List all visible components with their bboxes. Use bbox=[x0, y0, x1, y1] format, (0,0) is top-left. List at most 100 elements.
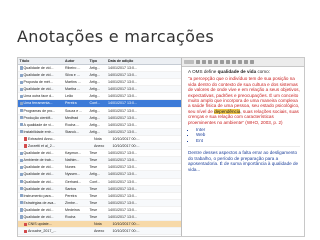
cell-date: 10/10/2017 00:... bbox=[112, 144, 140, 149]
document-icon bbox=[19, 187, 23, 191]
table-row[interactable]: Programas de pro... Souza e ... Artig... 14… bbox=[18, 108, 181, 115]
cell-date: 14/01/2017 13:0... bbox=[108, 179, 137, 184]
table-row[interactable]: Uma ferramenta... Pereira Conf... 14/01/201… bbox=[18, 100, 181, 108]
table-row[interactable]: Qualidade de vid... Silva e ... Artig... 14… bbox=[18, 72, 181, 80]
table-row[interactable]: Qualidade de vid... Kaymun... Tese 14/01/20… bbox=[18, 150, 181, 158]
cell-date: 14/01/2017 13:0... bbox=[108, 101, 137, 106]
document-icon bbox=[19, 116, 23, 120]
cell-type: Tese bbox=[89, 186, 98, 191]
quoted-definition: "a percepção que o indivíduo tem de sua … bbox=[188, 76, 300, 125]
link-icon[interactable] bbox=[249, 59, 254, 65]
cell-type: Anexo bbox=[94, 144, 105, 149]
attachment-row[interactable]: Zorzetti et al_2... Anexo 10/10/2017 00:..… bbox=[18, 143, 181, 151]
table-row[interactable]: Uma outra face d... Leão Artig... 14/01/201… bbox=[18, 93, 181, 101]
references-table: Qualidade de vid... Ribeiro ... Artig... 14… bbox=[18, 65, 181, 236]
cell-date: 14/01/2017 13:0... bbox=[108, 200, 137, 205]
slide-title: Anotações e marcações bbox=[17, 27, 215, 46]
table-row[interactable]: Qualidade de vid... Gerhard... Conf... 14/0… bbox=[18, 179, 181, 186]
cell-date: 14/01/2017 13:0... bbox=[108, 151, 137, 156]
table-row[interactable]: Qualidade de vid... Martha ... Artig... 14/… bbox=[18, 86, 181, 94]
column-header-title[interactable]: Título bbox=[18, 58, 64, 64]
note-paragraph: Dentre desses aspectos a falta errar ao … bbox=[188, 150, 299, 172]
text-color-icon[interactable] bbox=[213, 59, 218, 65]
cell-author: Nathim... bbox=[65, 158, 80, 163]
cell-type: Artig... bbox=[89, 172, 100, 177]
table-row[interactable]: Qualidade de vid... Medeiros Tese 14/01/201… bbox=[18, 207, 181, 214]
cell-date: 14/01/2017 13:0... bbox=[108, 122, 137, 127]
cell-type: Artig... bbox=[89, 129, 100, 134]
underline-icon[interactable] bbox=[207, 59, 212, 65]
column-header-type[interactable]: Tipo bbox=[88, 58, 107, 64]
cell-type: Tese bbox=[89, 193, 98, 198]
table-row[interactable]: Qualidade de vid... Rocha Tese 14/01/2017 1… bbox=[18, 213, 181, 222]
column-header-date[interactable]: Data de adição bbox=[107, 58, 143, 64]
cell-title: Uma ferramenta... bbox=[18, 100, 64, 106]
cell-title: Qualidade de vid... bbox=[18, 179, 64, 185]
italic-icon[interactable] bbox=[201, 59, 206, 65]
document-icon bbox=[19, 130, 23, 134]
cell-date: 14/01/2017 13:0... bbox=[108, 158, 137, 163]
cell-title-text: Qualidade de vid... bbox=[23, 165, 54, 170]
cell-author: Nunes bbox=[65, 165, 76, 170]
cell-title: Programas de pro... bbox=[18, 108, 64, 114]
highlighted-term: dependência bbox=[214, 108, 241, 114]
cell-title: Proposta de mét... bbox=[18, 79, 64, 85]
bold-icon[interactable] bbox=[195, 59, 200, 65]
document-icon bbox=[19, 123, 23, 127]
cell-title: Extracted Anno... bbox=[18, 136, 68, 142]
cell-title: Estratégias de ava... bbox=[18, 200, 64, 206]
cell-title: Qualidade de vid... bbox=[18, 72, 64, 78]
highlight-icon[interactable] bbox=[219, 59, 224, 65]
cell-title: Produção científi... bbox=[18, 115, 64, 121]
cell-author: Souza e ... bbox=[65, 108, 83, 113]
column-header-author[interactable]: Autor bbox=[64, 58, 89, 64]
table-row[interactable]: Qualidade de vid... Nyssen... Artig... 14/0… bbox=[18, 171, 181, 179]
font-style-select[interactable] bbox=[184, 59, 194, 65]
cell-title-text: Qualidade de vid... bbox=[23, 214, 54, 219]
cell-title: Qualidade de vid... bbox=[18, 65, 64, 71]
cell-type: Tese bbox=[89, 200, 98, 205]
cell-type: Tese bbox=[89, 214, 98, 219]
document-icon bbox=[19, 94, 23, 99]
cell-title-text: Proposta de mét... bbox=[23, 80, 53, 85]
document-icon bbox=[19, 215, 23, 219]
cell-author: Medfrad bbox=[65, 115, 79, 120]
bullet-list-icon[interactable] bbox=[237, 59, 242, 65]
cell-author: Kaymun... bbox=[65, 151, 82, 156]
cell-date: 14/01/2017 13:0... bbox=[108, 66, 137, 70]
column-header-extra bbox=[142, 58, 181, 64]
table-row[interactable]: Estratégias de ava... Zimbe... Tese 14/01/2… bbox=[18, 199, 181, 207]
cell-date: 14/01/2017 13:0... bbox=[108, 87, 137, 92]
cell-type: Artig... bbox=[89, 122, 100, 127]
note-editor[interactable]: A OMS define qualidade de vida como: "a … bbox=[182, 67, 304, 172]
table-header: Título Autor Tipo Data de adição bbox=[18, 58, 181, 65]
cell-title-text: Qualidade de vid... bbox=[23, 179, 54, 184]
numbered-list-icon[interactable] bbox=[243, 59, 248, 65]
cell-date: 14/01/2017 13:0... bbox=[108, 129, 137, 134]
align-left-icon[interactable] bbox=[231, 59, 236, 65]
attachment-row[interactable]: CNIS update... Nota 10/10/2017 00:... bbox=[18, 221, 181, 229]
table-row[interactable]: Ambiente de trab... Nathim... Tese 14/01/20… bbox=[18, 157, 181, 165]
cell-type: Artig... bbox=[89, 66, 100, 70]
document-icon bbox=[19, 194, 23, 198]
cell-date: 10/10/2017 00:... bbox=[112, 229, 140, 234]
cell-date: 14/01/2017 13:0... bbox=[108, 186, 137, 191]
note-pane: A OMS define qualidade de vida como: "a … bbox=[182, 58, 304, 236]
cell-author: Pereira bbox=[65, 101, 77, 106]
table-row[interactable]: A qualidade de vi... Rocha ... Artig... 14/… bbox=[18, 122, 181, 129]
table-row[interactable]: Qualidade de vid... Santos Tese 14/01/2017 … bbox=[18, 185, 181, 193]
table-row[interactable]: Produção científi... Medfrad Artig... 14/01… bbox=[18, 114, 181, 122]
cell-title-text: Instabilidade entr... bbox=[23, 129, 54, 134]
attachment-row[interactable]: Extracted Anno... Nota 10/10/2017 00:... bbox=[18, 136, 181, 144]
note-intro: A OMS define qualidade de vida como: bbox=[188, 69, 300, 74]
attachment-row[interactable]: Arouche_2017_... Anexo 10/10/2017 00:... bbox=[18, 228, 181, 236]
table-row[interactable]: Qualidade de vid... Ribeiro ... Artig... 14… bbox=[18, 65, 181, 73]
table-row[interactable]: Qualidade de vid... Nunes Tese 14/01/2017 1… bbox=[18, 164, 181, 172]
table-row[interactable]: Instrumento para... Pereira Tese 14/01/2017… bbox=[18, 193, 181, 200]
document-icon bbox=[19, 101, 23, 106]
table-row[interactable]: Instabilidade entr... Stanck... Artig... 14… bbox=[18, 128, 181, 136]
cell-author: Martins ... bbox=[65, 80, 81, 85]
clear-format-icon[interactable] bbox=[225, 59, 230, 65]
table-row[interactable]: Proposta de mét... Martins ... Artig... 14/… bbox=[18, 79, 181, 87]
document-icon bbox=[19, 87, 23, 91]
